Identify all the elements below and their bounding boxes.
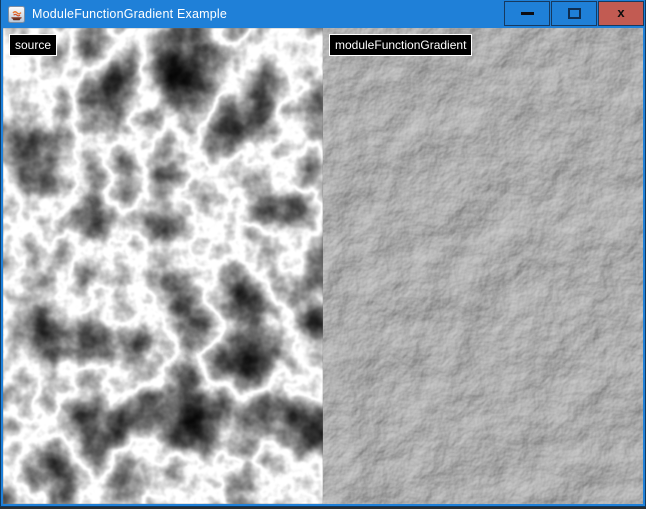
window-controls: x	[503, 1, 644, 26]
content-area: source	[3, 28, 643, 504]
minimize-dash-icon	[521, 12, 534, 15]
close-x-icon: x	[617, 6, 624, 19]
gradient-image-pane: moduleFunctionGradient	[323, 28, 643, 504]
window-title: ModuleFunctionGradient Example	[32, 7, 227, 21]
source-image-pane: source	[3, 28, 323, 504]
titlebar[interactable]: ModuleFunctionGradient Example x	[0, 0, 646, 28]
source-noise-image	[3, 28, 323, 504]
app-window: ModuleFunctionGradient Example x	[0, 0, 646, 507]
java-coffee-cup-icon	[8, 6, 25, 23]
module-function-gradient-image	[323, 28, 643, 504]
maximize-square-icon	[568, 8, 581, 19]
source-label: source	[9, 34, 57, 56]
minimize-button[interactable]	[504, 1, 550, 26]
maximize-button[interactable]	[551, 1, 597, 26]
module-function-gradient-label: moduleFunctionGradient	[329, 34, 472, 56]
close-button[interactable]: x	[598, 1, 644, 26]
